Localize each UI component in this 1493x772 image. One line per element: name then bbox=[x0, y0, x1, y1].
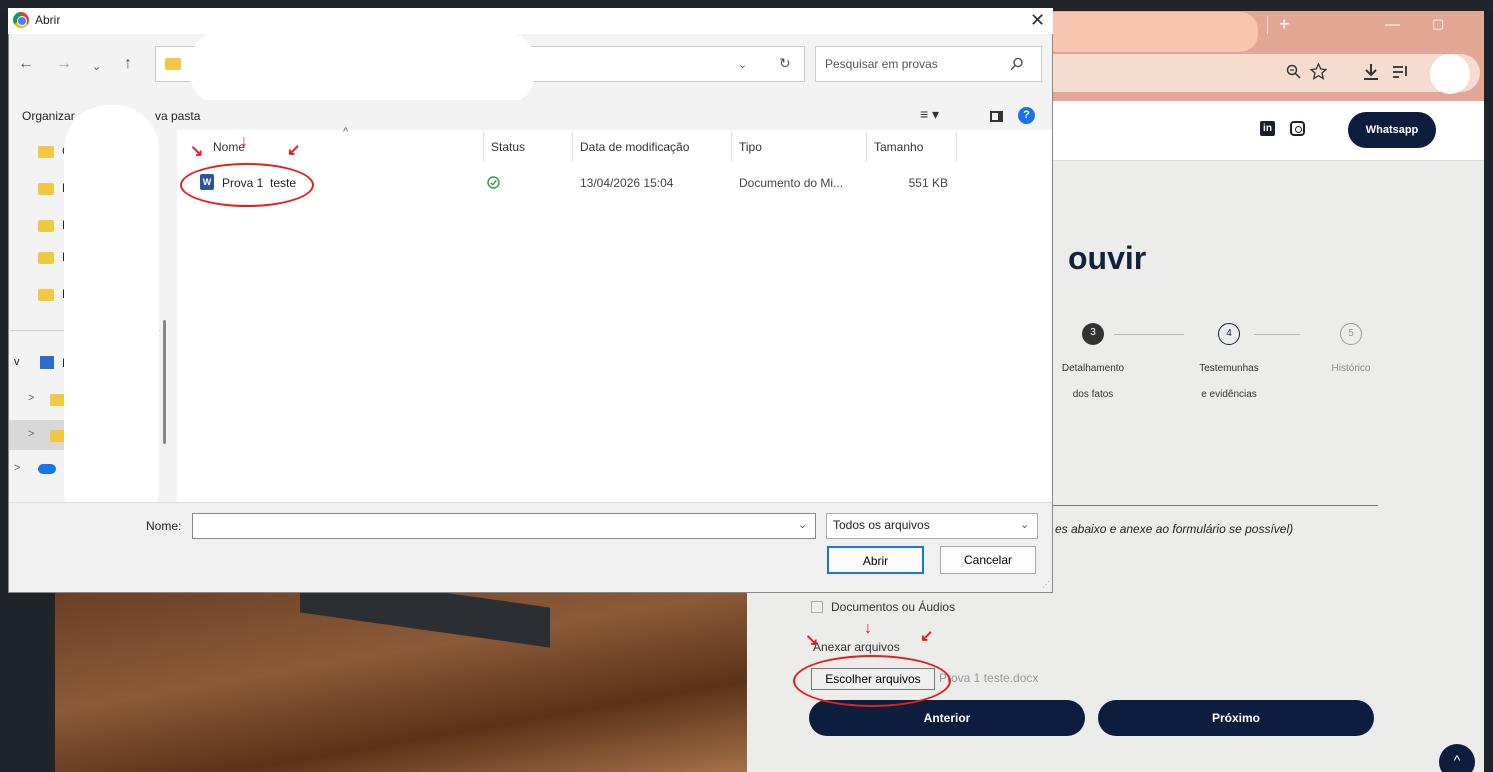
instagram-icon[interactable] bbox=[1290, 121, 1305, 136]
column-separator bbox=[572, 132, 573, 162]
step-5-label: Histórico bbox=[1296, 356, 1406, 382]
file-type: Documento do Mi... bbox=[739, 176, 844, 190]
file-date: 13/04/2026 15:04 bbox=[580, 176, 674, 190]
folder-icon bbox=[38, 183, 54, 195]
annotation-arrow: ↓ bbox=[240, 133, 248, 150]
folder-icon bbox=[38, 220, 54, 232]
attach-hint-text: es abaixo e anexe ao formulário se possí… bbox=[1055, 522, 1294, 536]
zoom-icon[interactable] bbox=[1286, 64, 1302, 80]
column-separator bbox=[866, 132, 867, 162]
folder-icon bbox=[165, 58, 181, 70]
step-4-label: Testemunhas e evidências bbox=[1174, 356, 1284, 408]
scroll-top-button[interactable]: ^ bbox=[1439, 744, 1475, 772]
annotation-arrow: ↙ bbox=[287, 142, 301, 159]
column-separator bbox=[483, 132, 484, 162]
minimize-button[interactable]: — bbox=[1385, 16, 1400, 33]
address-bar[interactable] bbox=[1040, 54, 1480, 92]
cancel-button[interactable]: Cancelar bbox=[940, 546, 1036, 574]
column-header-status[interactable]: Status bbox=[491, 140, 525, 154]
organize-button[interactable]: Organizar bbox=[22, 109, 75, 123]
playlist-icon[interactable] bbox=[1392, 64, 1410, 80]
chosen-file-name: Prova 1 teste.docx bbox=[939, 671, 1039, 685]
attach-files-label: Anexar arquivos bbox=[813, 640, 900, 654]
filename-input[interactable] bbox=[192, 513, 816, 539]
step-5-indicator: 5 bbox=[1340, 323, 1362, 345]
folder-icon bbox=[38, 252, 54, 264]
annotation-arrow: ↙ bbox=[920, 628, 934, 645]
sort-ascending-icon: ^ bbox=[343, 126, 349, 138]
column-separator bbox=[731, 132, 732, 162]
profile-avatar[interactable] bbox=[1430, 54, 1470, 94]
annotation-arrow: ↓ bbox=[864, 620, 872, 637]
download-icon[interactable] bbox=[1362, 63, 1380, 81]
search-icon[interactable] bbox=[1010, 57, 1024, 71]
annotation-circle bbox=[180, 163, 314, 207]
browser-tab[interactable] bbox=[1040, 12, 1258, 52]
step-4-label-line1: Testemunhas bbox=[1199, 363, 1259, 374]
tree-chevron[interactable]: > bbox=[14, 462, 20, 474]
open-button[interactable]: Abrir bbox=[827, 546, 924, 574]
page-heading: ouvir bbox=[1068, 240, 1147, 276]
step-3-label-line1: Detalhamento bbox=[1061, 363, 1125, 374]
up-arrow-icon[interactable]: ↑ bbox=[124, 55, 132, 73]
column-separator bbox=[956, 132, 957, 162]
forward-arrow-icon[interactable]: → bbox=[56, 55, 72, 73]
step-4-indicator: 4 bbox=[1218, 323, 1240, 345]
step-3-label-line2: dos fatos bbox=[1072, 389, 1114, 400]
tab-separator bbox=[1267, 16, 1268, 34]
web-page bbox=[1040, 101, 1484, 772]
resize-grip-icon[interactable]: ⋰ bbox=[1042, 580, 1050, 589]
help-icon[interactable]: ? bbox=[1018, 107, 1035, 124]
column-header-date[interactable]: Data de modificação bbox=[580, 140, 689, 154]
filename-label: Nome: bbox=[146, 519, 182, 533]
path-dropdown-icon[interactable]: ⌄ bbox=[738, 58, 747, 71]
folder-icon bbox=[38, 289, 54, 301]
sync-status-icon bbox=[487, 176, 500, 189]
refresh-icon[interactable]: ↻ bbox=[779, 55, 791, 72]
step-3-label: Detalhamento dos fatos bbox=[1038, 356, 1148, 408]
preview-pane-icon[interactable] bbox=[990, 111, 1003, 122]
new-tab-button[interactable]: + bbox=[1279, 14, 1290, 35]
step-connector bbox=[1254, 334, 1300, 335]
filename-dropdown-icon[interactable]: ⌄ bbox=[798, 518, 807, 531]
chrome-icon bbox=[13, 12, 29, 28]
nav-scrollbar[interactable] bbox=[163, 320, 166, 444]
dialog-close-button[interactable]: ✕ bbox=[1030, 10, 1045, 31]
folder-icon bbox=[38, 146, 54, 158]
step-5-label-line1: Histórico bbox=[1331, 363, 1371, 374]
star-icon[interactable] bbox=[1310, 63, 1327, 80]
step-connector bbox=[1114, 334, 1184, 335]
annotation-arrow: ↘ bbox=[805, 632, 819, 649]
column-header-type[interactable]: Tipo bbox=[739, 140, 762, 154]
column-header-size[interactable]: Tamanho bbox=[874, 140, 923, 154]
drive-icon bbox=[40, 356, 54, 369]
whatsapp-button[interactable]: Whatsapp bbox=[1348, 112, 1436, 148]
file-type-filter-value: Todos os arquivos bbox=[833, 518, 930, 532]
back-arrow-icon[interactable]: ← bbox=[18, 55, 34, 73]
redacted-area bbox=[64, 105, 159, 535]
dialog-title: Abrir bbox=[35, 13, 61, 27]
linkedin-icon[interactable]: in bbox=[1260, 121, 1275, 136]
onedrive-cloud-icon bbox=[38, 464, 56, 474]
dialog-titlebar bbox=[8, 8, 1053, 34]
search-placeholder: Pesquisar em provas bbox=[825, 57, 938, 71]
recent-locations-icon[interactable]: ⌄ bbox=[92, 60, 101, 73]
filter-dropdown-icon[interactable]: ⌄ bbox=[1020, 518, 1029, 531]
redacted-area bbox=[190, 32, 535, 104]
tree-chevron[interactable]: > bbox=[28, 392, 34, 404]
new-folder-button[interactable]: va pasta bbox=[155, 109, 200, 123]
next-button[interactable]: Próximo bbox=[1098, 700, 1374, 736]
step-4-label-line2: e evidências bbox=[1201, 389, 1257, 400]
annotation-arrow: ↘ bbox=[190, 143, 204, 160]
tree-chevron[interactable]: > bbox=[28, 428, 34, 440]
documents-checkbox[interactable] bbox=[811, 601, 823, 613]
documents-label: Documentos ou Áudios bbox=[831, 600, 956, 614]
file-size: 551 KB bbox=[908, 176, 948, 190]
step-3-indicator: 3 bbox=[1082, 323, 1104, 345]
tree-chevron[interactable]: v bbox=[14, 356, 20, 368]
view-menu-icon[interactable]: ≡ ▾ bbox=[920, 106, 939, 123]
annotation-circle bbox=[793, 655, 951, 707]
restore-button[interactable]: ▢ bbox=[1432, 16, 1444, 32]
